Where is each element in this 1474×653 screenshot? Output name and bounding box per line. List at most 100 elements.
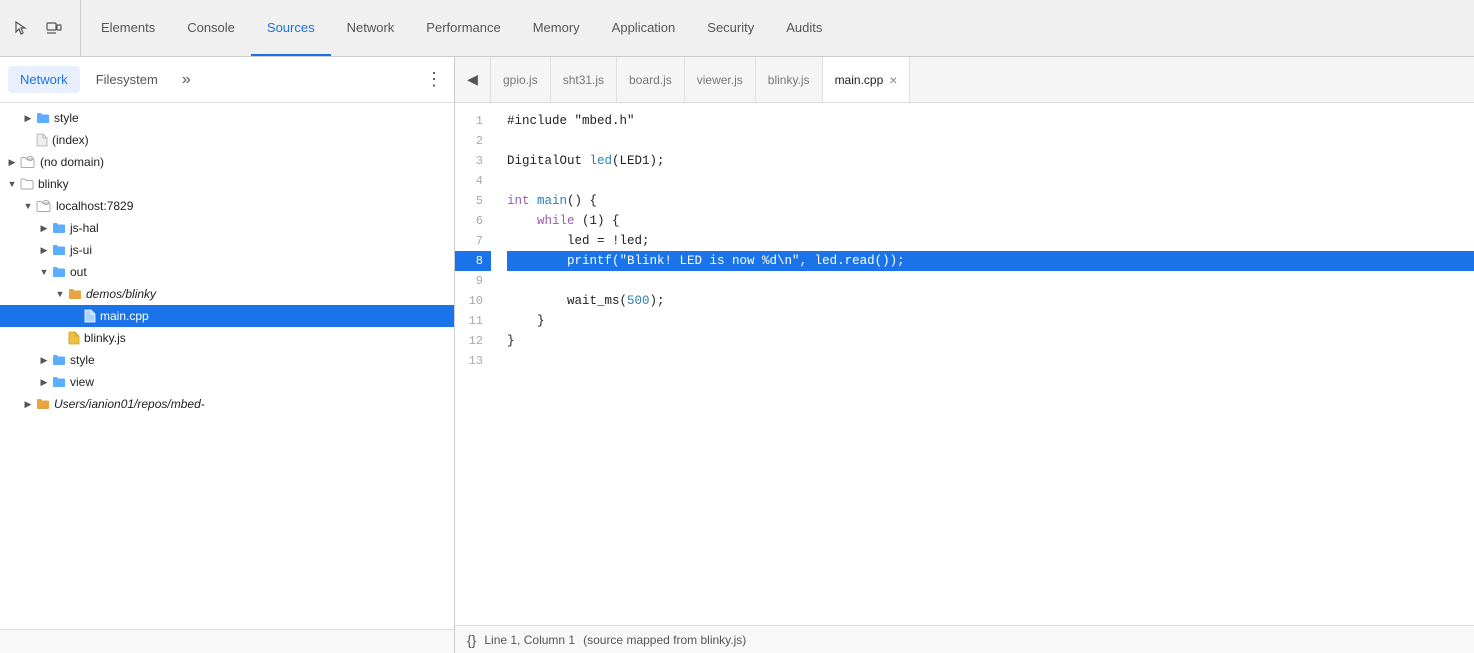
line-number-13: 13 — [455, 351, 491, 371]
editor-tab-label: viewer.js — [697, 73, 743, 87]
panel-menu-button[interactable]: ⋮ — [422, 68, 446, 92]
file-yellow-icon — [68, 331, 84, 346]
editor-tab-label: board.js — [629, 73, 672, 87]
tree-arrow-nodomain-folder: ▶ — [4, 154, 20, 170]
code-line-1: #include "mbed.h" — [507, 111, 1474, 131]
editor-tab-blinky-js[interactable]: blinky.js — [756, 57, 823, 102]
code-line-2 — [507, 131, 1474, 151]
tree-item-style-folder[interactable]: ▶style — [0, 107, 454, 129]
code-content[interactable]: #include "mbed.h" DigitalOut led(LED1); … — [499, 103, 1474, 625]
editor-tab-main-cpp[interactable]: main.cpp × — [823, 57, 911, 102]
editor-tab-gpio-js[interactable]: gpio.js — [491, 57, 551, 102]
folder-blue-icon — [52, 353, 70, 368]
tree-item-label: blinky.js — [84, 331, 126, 345]
tree-item-label: style — [70, 353, 95, 367]
folder-blue-icon — [36, 111, 54, 126]
editor-tab-viewer-js[interactable]: viewer.js — [685, 57, 756, 102]
devtools-icons — [8, 0, 81, 56]
top-tab-network[interactable]: Network — [331, 0, 411, 56]
code-line-5: int main() { — [507, 191, 1474, 211]
top-nav-tabs: ElementsConsoleSourcesNetworkPerformance… — [85, 0, 1466, 56]
right-panel: ◀gpio.js sht31.js board.js viewer.js blinky.… — [455, 57, 1474, 653]
tree-arrow-style2-folder: ▶ — [36, 352, 52, 368]
tree-item-blinky-folder[interactable]: ▼blinky — [0, 173, 454, 195]
tree-item-style2-folder[interactable]: ▶ style — [0, 349, 454, 371]
tree-arrow-index-file — [20, 132, 36, 148]
code-line-7: led = !led; — [507, 231, 1474, 251]
code-line-10: wait_ms(500); — [507, 291, 1474, 311]
editor-tab-board-js[interactable]: board.js — [617, 57, 685, 102]
tree-arrow-out-folder: ▼ — [36, 264, 52, 280]
editor-tab-label: blinky.js — [768, 73, 810, 87]
tree-item-js-ui-folder[interactable]: ▶js-ui — [0, 239, 454, 261]
left-panel: NetworkFilesystem» ⋮ ▶ style (index) ▶ (no do… — [0, 57, 455, 653]
panel-tab-filesystem[interactable]: Filesystem — [84, 66, 170, 93]
tree-arrow-blinky-js-file — [52, 330, 68, 346]
tree-item-demos-folder[interactable]: ▼ demos/blinky — [0, 283, 454, 305]
tree-item-main-cpp-file[interactable]: main.cpp — [0, 305, 454, 327]
top-tab-sources[interactable]: Sources — [251, 0, 331, 56]
top-tab-application[interactable]: Application — [596, 0, 692, 56]
folder-orange-icon — [36, 397, 54, 412]
code-line-8: printf("Blink! LED is now %d\n", led.rea… — [507, 251, 1474, 271]
tree-item-label: view — [70, 375, 94, 389]
tab-scroll-left-button[interactable]: ◀ — [455, 57, 491, 102]
tree-item-js-hal-folder[interactable]: ▶ js-hal — [0, 217, 454, 239]
line-number-8: 8 — [455, 251, 491, 271]
tree-arrow-localhost-folder: ▼ — [20, 198, 36, 214]
folder-blue-icon — [52, 243, 70, 258]
line-number-3: 3 — [455, 151, 491, 171]
tree-item-label: (index) — [52, 133, 89, 147]
editor-tab-sht31-js[interactable]: sht31.js — [551, 57, 617, 102]
folder-cloud-icon — [20, 155, 40, 170]
tab-close-button[interactable]: × — [889, 73, 897, 87]
line-number-1: 1 — [455, 111, 491, 131]
tree-arrow-js-hal-folder: ▶ — [36, 220, 52, 236]
editor-tab-label: main.cpp — [835, 73, 884, 87]
tree-item-nodomain-folder[interactable]: ▶ (no domain) — [0, 151, 454, 173]
tree-item-out-folder[interactable]: ▼ out — [0, 261, 454, 283]
code-line-4 — [507, 171, 1474, 191]
select-element-icon[interactable] — [8, 14, 36, 42]
top-tab-elements[interactable]: Elements — [85, 0, 171, 56]
folder-blue-icon — [52, 375, 70, 390]
code-line-13 — [507, 351, 1474, 371]
format-icon[interactable]: {} — [467, 632, 476, 648]
tree-item-blinky-js-file[interactable]: blinky.js — [0, 327, 454, 349]
tree-item-label: (no domain) — [40, 155, 104, 169]
top-nav: ElementsConsoleSourcesNetworkPerformance… — [0, 0, 1474, 57]
top-tab-console[interactable]: Console — [171, 0, 251, 56]
tree-arrow-demos-folder: ▼ — [52, 286, 68, 302]
tree-arrow-main-cpp-file — [68, 308, 84, 324]
tree-item-label: Users/ianion01/repos/mbed- — [54, 397, 205, 411]
tree-item-localhost-folder[interactable]: ▼ localhost:7829 — [0, 195, 454, 217]
tree-item-label: demos/blinky — [86, 287, 156, 301]
top-tab-performance[interactable]: Performance — [410, 0, 516, 56]
tree-item-label: style — [54, 111, 79, 125]
code-area: 12345678910111213 #include "mbed.h" Digi… — [455, 103, 1474, 625]
line-number-12: 12 — [455, 331, 491, 351]
tree-item-view-folder[interactable]: ▶view — [0, 371, 454, 393]
top-tab-security[interactable]: Security — [691, 0, 770, 56]
code-line-6: while (1) { — [507, 211, 1474, 231]
top-tab-audits[interactable]: Audits — [770, 0, 838, 56]
code-line-3: DigitalOut led(LED1); — [507, 151, 1474, 171]
tree-item-label: js-ui — [70, 243, 92, 257]
left-panel-status — [0, 629, 454, 653]
editor-tab-label: sht31.js — [563, 73, 604, 87]
tree-item-label: localhost:7829 — [56, 199, 133, 213]
tree-item-label: out — [70, 265, 87, 279]
line-numbers: 12345678910111213 — [455, 103, 499, 625]
tree-item-index-file[interactable]: (index) — [0, 129, 454, 151]
panel-tab-more-button[interactable]: » — [174, 67, 199, 93]
folder-blue-icon — [52, 265, 70, 280]
tree-item-users-folder[interactable]: ▶Users/ianion01/repos/mbed- — [0, 393, 454, 415]
main-layout: NetworkFilesystem» ⋮ ▶ style (index) ▶ (no do… — [0, 57, 1474, 653]
tree-item-label: js-hal — [70, 221, 99, 235]
panel-tab-network[interactable]: Network — [8, 66, 80, 93]
top-tab-memory[interactable]: Memory — [517, 0, 596, 56]
device-toolbar-icon[interactable] — [40, 14, 68, 42]
code-line-12: } — [507, 331, 1474, 351]
line-number-4: 4 — [455, 171, 491, 191]
folder-orange-icon — [68, 287, 86, 302]
